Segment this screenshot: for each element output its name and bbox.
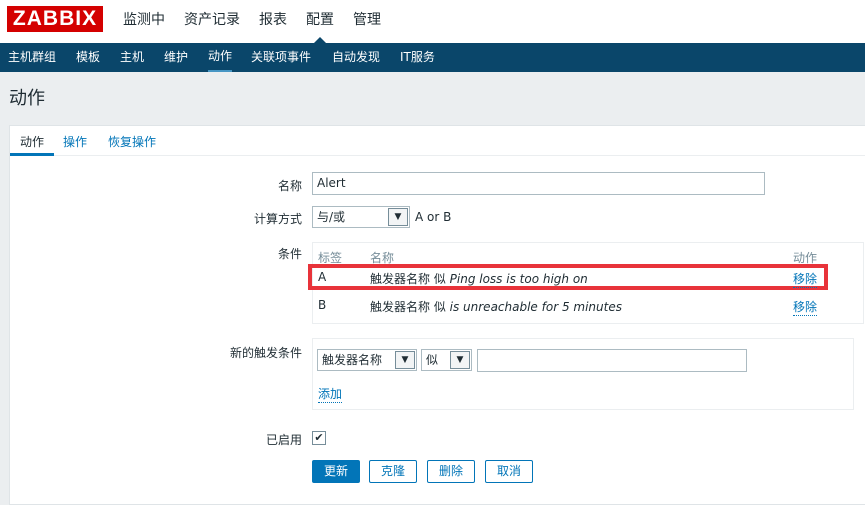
- chevron-down-icon: ▼: [388, 208, 408, 226]
- name-input[interactable]: Alert: [312, 172, 765, 195]
- action-form-panel: 动作 操作 恢复操作 名称 Alert 计算方式 与/或 ▼ A or B 条件…: [9, 125, 865, 505]
- new-condition-box: 触发器名称 ▼ 似 ▼ 添加: [312, 338, 854, 410]
- remove-condition-b-link[interactable]: 移除: [793, 298, 818, 316]
- delete-button[interactable]: 删除: [427, 460, 475, 483]
- zabbix-logo[interactable]: ZABBIX: [7, 6, 103, 32]
- enabled-checkbox[interactable]: ✔: [312, 431, 326, 445]
- sub-menu-discovery[interactable]: 自动发现: [332, 43, 380, 72]
- conditions-table: 标签 名称 动作 A 触发器名称 似 Ping loss is too high…: [308, 242, 864, 324]
- new-condition-operator-select[interactable]: 似 ▼: [421, 349, 472, 371]
- sub-menu-host-groups[interactable]: 主机群组: [8, 43, 56, 72]
- new-condition-type-value: 触发器名称: [322, 353, 383, 367]
- calculation-label: 计算方式: [253, 212, 302, 226]
- top-menu-configuration[interactable]: 配置: [306, 0, 334, 43]
- calculation-formula: A or B: [415, 210, 452, 224]
- top-menu-reports[interactable]: 报表: [259, 0, 287, 43]
- sub-menu-hosts[interactable]: 主机: [120, 43, 144, 72]
- calculation-select-value: 与/或: [317, 210, 346, 224]
- condition-a-prefix: 触发器名称 似: [370, 272, 450, 286]
- add-condition-link[interactable]: 添加: [318, 385, 343, 403]
- sub-menu: 主机群组 模板 主机 维护 动作 关联项事件 自动发现 IT服务: [0, 43, 865, 72]
- top-menu: 监测中 资产记录 报表 配置 管理: [123, 0, 400, 43]
- cancel-button[interactable]: 取消: [485, 460, 533, 483]
- conditions-label: 条件: [277, 247, 302, 261]
- sub-menu-actions[interactable]: 动作: [208, 43, 233, 72]
- top-menu-administration[interactable]: 管理: [353, 0, 381, 43]
- new-condition-operator-value: 似: [426, 353, 439, 367]
- tab-bar: 动作 操作 恢复操作: [10, 126, 865, 156]
- top-menu-inventory[interactable]: 资产记录: [184, 0, 240, 43]
- calculation-select[interactable]: 与/或 ▼: [312, 206, 410, 228]
- condition-a-value: Ping loss is too high on: [449, 272, 588, 286]
- condition-b-text: 触发器名称 似 is unreachable for 5 minutes: [370, 298, 622, 315]
- chevron-down-icon: ▼: [395, 351, 415, 369]
- new-condition-type-select[interactable]: 触发器名称 ▼: [317, 349, 417, 371]
- tab-recovery-operations[interactable]: 恢复操作: [108, 133, 156, 150]
- enabled-label: 已启用: [265, 433, 302, 447]
- tab-action[interactable]: 动作: [20, 133, 44, 150]
- remove-condition-a-link[interactable]: 移除: [793, 270, 818, 288]
- new-condition-label: 新的触发条件: [229, 346, 302, 360]
- top-menu-monitoring[interactable]: 监测中: [123, 0, 165, 43]
- condition-b-prefix: 触发器名称 似: [370, 300, 450, 314]
- condition-a-text: 触发器名称 似 Ping loss is too high on: [370, 270, 588, 287]
- top-bar: ZABBIX 监测中 资产记录 报表 配置 管理: [0, 0, 865, 43]
- clone-button[interactable]: 克隆: [369, 460, 417, 483]
- sub-menu-it-services[interactable]: IT服务: [400, 43, 435, 72]
- active-tab-indicator: [10, 153, 54, 156]
- name-label: 名称: [277, 179, 302, 193]
- chevron-down-icon: ▼: [450, 351, 470, 369]
- sub-menu-maintenance[interactable]: 维护: [164, 43, 188, 72]
- condition-b-value: is unreachable for 5 minutes: [449, 300, 622, 314]
- condition-b-label: B: [318, 298, 327, 312]
- tab-operations[interactable]: 操作: [63, 133, 87, 150]
- new-condition-value-input[interactable]: [477, 349, 747, 372]
- sub-menu-templates[interactable]: 模板: [76, 43, 100, 72]
- condition-a-label: A: [318, 270, 327, 284]
- update-button[interactable]: 更新: [312, 460, 360, 483]
- page-title: 动作: [9, 88, 45, 109]
- sub-menu-event-correlation[interactable]: 关联项事件: [251, 43, 311, 72]
